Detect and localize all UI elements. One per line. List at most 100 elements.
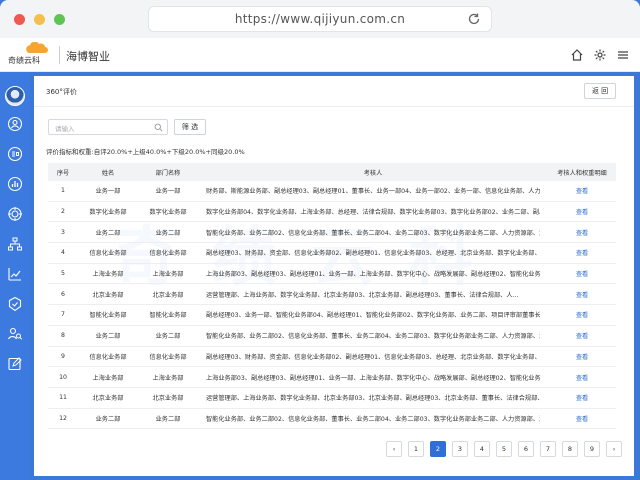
growth-chart-icon[interactable] xyxy=(7,266,23,282)
filter-button[interactable]: 筛 选 xyxy=(174,119,206,135)
view-detail-link[interactable]: 查看 xyxy=(548,264,616,284)
cell-dept: 业务二部 xyxy=(155,415,181,423)
app-frame: https://www.qijiyun.com.cn 奇绩云科 海博智业 奇 绩… xyxy=(0,0,640,480)
cell-dept: 数字化业务部 xyxy=(149,209,187,217)
view-detail-link[interactable]: 查看 xyxy=(548,181,616,201)
id-card-icon[interactable] xyxy=(7,146,23,162)
cell-dept: 业务一部 xyxy=(155,188,181,196)
cell-dept: 业务二部 xyxy=(155,229,181,237)
cell-no: 6 xyxy=(61,290,65,298)
page-button-2[interactable]: 2 xyxy=(430,441,446,457)
page-button-7[interactable]: 7 xyxy=(540,441,556,457)
user-circle-icon[interactable] xyxy=(7,116,23,132)
sidebar xyxy=(0,72,30,480)
cell-name: 业务二部 xyxy=(95,229,121,237)
cell-name: 业务二部 xyxy=(95,333,121,341)
cell-no: 3 xyxy=(61,228,65,236)
table-row: 12 业务二部 业务二部 智能化业务部、业务二部02、信息化业务部、董事长、业务二部0… xyxy=(48,409,616,430)
table-row: 7 智能化业务部 智能化业务部 副总经理03、业务一部、智能化业务部04、副总经理01… xyxy=(48,305,616,326)
header-divider xyxy=(59,46,60,64)
brand-name: 海博智业 xyxy=(66,50,110,63)
cell-no: 7 xyxy=(61,311,65,319)
table-header: 序号 姓名 部门名称 考核人 考核人和权重明细 xyxy=(48,163,616,181)
page-button-1[interactable]: 1 xyxy=(408,441,424,457)
table-row: 9 信息化业务部 信息化业务部 副总经理03、财务部、资金部、信息化业务部02、副总经… xyxy=(48,347,616,368)
avatar[interactable] xyxy=(5,86,25,106)
table-row: 8 业务二部 业务二部 智能化业务部、业务二部02、信息化业务部、董事长、业务二部04… xyxy=(48,326,616,347)
page-button-3[interactable]: 3 xyxy=(452,441,468,457)
view-detail-link[interactable]: 查看 xyxy=(548,347,616,367)
col-header-no: 序号 xyxy=(56,169,70,177)
table-row: 4 信息化业务部 信息化业务部 副总经理03、财务部、资金部、信息化业务部02、副总经… xyxy=(48,243,616,264)
cell-assessors: 数字化业务部04、数字化业务部、上海业务部、总经理、法律合规部、数字化业务部03… xyxy=(206,209,540,217)
view-detail-link[interactable]: 查看 xyxy=(548,284,616,304)
reload-icon[interactable] xyxy=(467,12,481,26)
cell-no: 11 xyxy=(59,394,67,402)
page-button-8[interactable]: 8 xyxy=(562,441,578,457)
bar-chart-icon[interactable] xyxy=(7,176,23,192)
home-icon[interactable] xyxy=(570,48,584,62)
org-chart-icon[interactable] xyxy=(7,236,23,252)
cell-dept: 上海业务部 xyxy=(152,271,184,279)
page-button-4[interactable]: 4 xyxy=(474,441,490,457)
cell-name: 信息化业务部 xyxy=(89,353,127,361)
view-detail-link[interactable]: 查看 xyxy=(548,367,616,387)
target-icon[interactable] xyxy=(7,206,23,222)
logo-text: 奇绩云科 xyxy=(8,56,40,65)
minimize-window-icon[interactable] xyxy=(34,14,45,25)
cell-no: 1 xyxy=(61,187,65,195)
table-row: 11 北京业务部 北京业务部 运营管理部、上海业务部、数字化业务部、北京业务部03、北… xyxy=(48,388,616,409)
page-button-6[interactable]: 6 xyxy=(518,441,534,457)
menu-icon[interactable] xyxy=(616,48,630,62)
cell-assessors: 上海业务部03、副总经理03、副总经理01、业务一部、上海业务部、数字化中心、战… xyxy=(206,271,540,279)
cell-assessors: 副总经理03、财务部、资金部、信息化业务部02、副总经理01、信息化业务部03、… xyxy=(206,250,540,258)
back-button[interactable]: 返 回 xyxy=(584,83,616,99)
cell-name: 业务一部 xyxy=(95,188,121,196)
table-body: 1 业务一部 业务一部 财务部、斯能源业务部、副总经理03、副总经理01、董事长、业务… xyxy=(48,181,616,430)
cell-dept: 智能化业务部 xyxy=(149,312,187,320)
cell-dept: 信息化业务部 xyxy=(149,250,187,258)
cell-no: 10 xyxy=(59,373,67,381)
cell-dept: 信息化业务部 xyxy=(149,353,187,361)
prev-page-button[interactable]: ‹ xyxy=(386,441,402,457)
view-detail-link[interactable]: 查看 xyxy=(548,202,616,222)
gear-icon[interactable] xyxy=(593,48,607,62)
cell-no: 12 xyxy=(59,414,67,422)
view-detail-link[interactable]: 查看 xyxy=(548,326,616,346)
user-search-icon[interactable] xyxy=(7,326,23,342)
cell-dept: 上海业务部 xyxy=(152,374,184,382)
view-detail-link[interactable]: 查看 xyxy=(548,222,616,242)
search-icon[interactable] xyxy=(154,123,163,132)
maximize-window-icon[interactable] xyxy=(54,14,65,25)
page-button-5[interactable]: 5 xyxy=(496,441,512,457)
cell-assessors: 智能化业务部、业务二部02、信息化业务部、董事长、业务二部04、业务二部03、数… xyxy=(206,333,540,341)
assessment-table: 序号 姓名 部门名称 考核人 考核人和权重明细 1 业务一部 业务一部 财务部、斯能源… xyxy=(48,163,616,430)
main-panel: 奇 绩 云 科 360°评价 返 回 请输入 筛 选 评价指标和权重:自评20.… xyxy=(34,76,634,476)
address-bar[interactable]: https://www.qijiyun.com.cn xyxy=(148,6,492,32)
view-detail-link[interactable]: 查看 xyxy=(548,409,616,429)
page-title: 360°评价 xyxy=(46,88,77,96)
page-button-9[interactable]: 9 xyxy=(584,441,600,457)
cell-no: 4 xyxy=(61,249,65,257)
cell-assessors: 智能化业务部、业务二部02、信息化业务部、董事长、业务二部04、业务二部03、数… xyxy=(206,415,540,423)
cell-name: 业务二部 xyxy=(95,415,121,423)
view-detail-link[interactable]: 查看 xyxy=(548,388,616,408)
col-header-detail: 考核人和权重明细 xyxy=(557,169,607,177)
cell-assessors: 上海业务部03、副总经理03、副总经理01、业务一部、上海业务部、数字化中心、战… xyxy=(206,374,540,382)
cell-dept: 业务二部 xyxy=(155,333,181,341)
col-header-assessors: 考核人 xyxy=(363,169,383,177)
badge-icon[interactable] xyxy=(7,296,23,312)
next-page-button[interactable]: › xyxy=(606,441,622,457)
browser-chrome: https://www.qijiyun.com.cn xyxy=(0,0,640,38)
edit-icon[interactable] xyxy=(7,356,23,372)
view-detail-link[interactable]: 查看 xyxy=(548,243,616,263)
table-row: 10 上海业务部 上海业务部 上海业务部03、副总经理03、副总经理01、业务一部、上… xyxy=(48,367,616,388)
search-input[interactable]: 请输入 xyxy=(48,119,168,135)
table-row: 6 北京业务部 北京业务部 运营管理部、上海业务部、数字化业务部、北京业务部03、北京… xyxy=(48,284,616,306)
col-header-name: 姓名 xyxy=(101,169,115,177)
url-text: https://www.qijiyun.com.cn xyxy=(234,12,406,26)
app-header: 奇绩云科 海博智业 xyxy=(0,38,640,72)
cell-assessors: 副总经理03、财务部、资金部、信息化业务部02、副总经理01、信息化业务部03、… xyxy=(206,353,540,361)
close-window-icon[interactable] xyxy=(14,14,25,25)
view-detail-link[interactable]: 查看 xyxy=(548,305,616,325)
